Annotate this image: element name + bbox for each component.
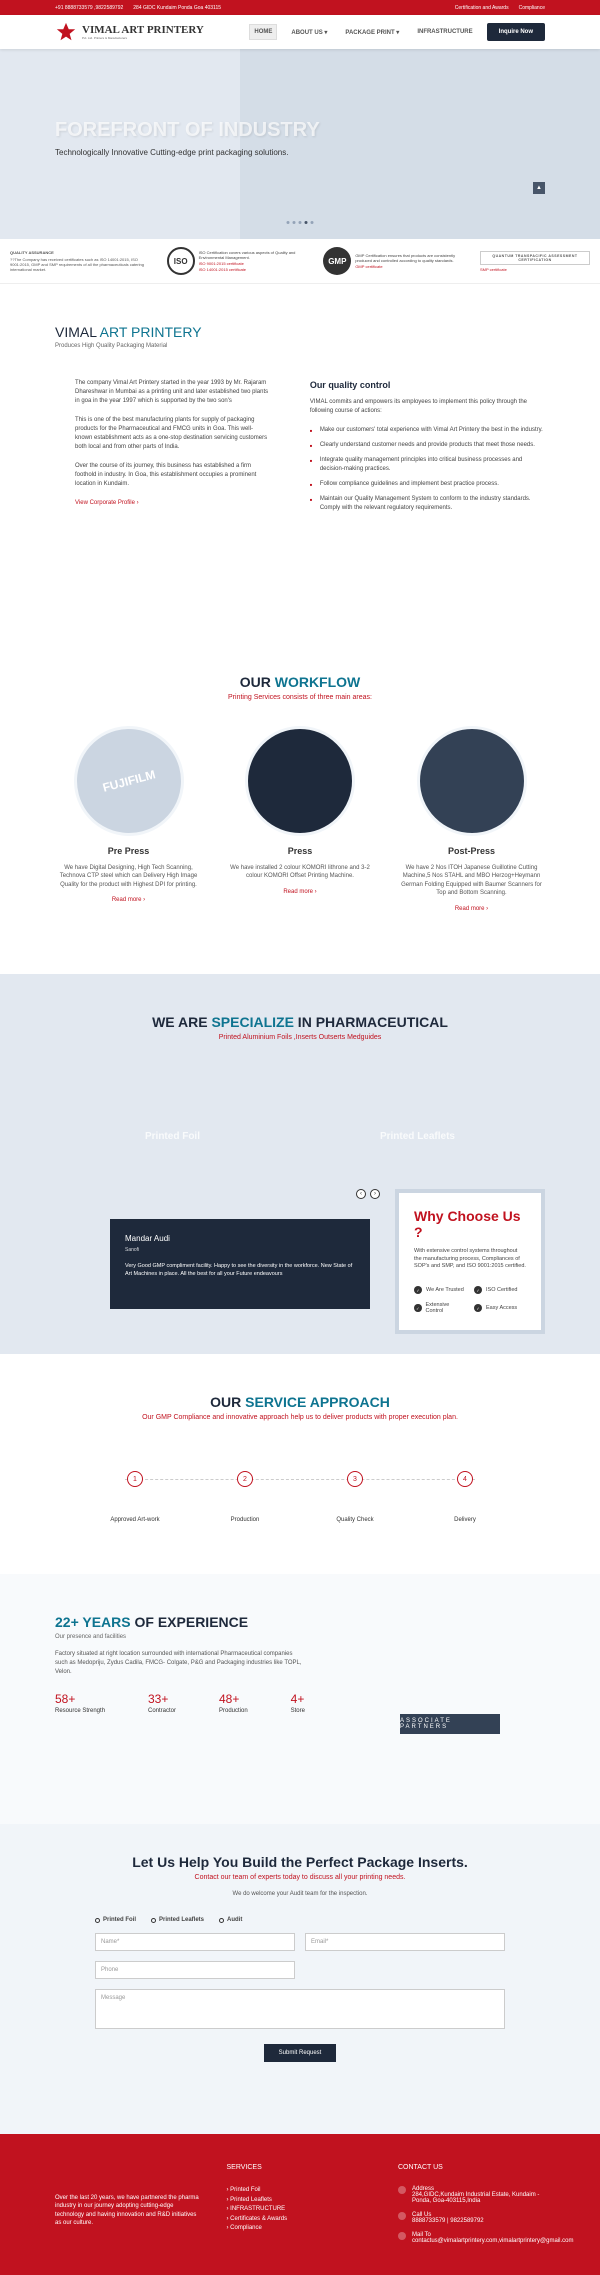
nav-about[interactable]: ABOUT US ▾ [287,25,331,40]
iso-icon: ISO [166,247,195,275]
gmp-icon: GMP [323,247,352,275]
nav-infrastructure[interactable]: INFRASTRUCTURE [413,25,476,39]
post-press-img [416,726,527,836]
workflow-section: OUR WORKFLOW Printing Services consists … [0,634,600,974]
location-icon [398,2186,406,2194]
hero-dot[interactable] [310,221,314,224]
control-icon: ✓ [414,1304,422,1313]
scroll-up-icon[interactable]: ▲ [533,182,545,194]
mail-icon [398,2232,406,2240]
nav-home[interactable]: HOME [249,24,278,40]
main-header: VIMAL ART PRINTERY Pvt. Ltd. Printers & … [0,15,600,49]
top-bar: +91 8888733579 ,9822589792 284 GIDC Kund… [0,0,600,15]
testimonial-why-section: ‹ › Mandar Audi Sanofi Very Good GMP com… [0,1174,600,1354]
prev-arrow-icon[interactable]: ‹ [356,1189,366,1199]
approach-step: 2 Production [215,1471,275,1523]
main-nav: HOME ABOUT US ▾ PACKAGE PRINT ▾ INFRASTR… [249,23,545,41]
hero-dot[interactable] [286,221,290,224]
hero-subtitle: Technologically Innovative Cutting-edge … [55,148,289,157]
approach-step: 4 Delivery [435,1471,495,1523]
associate-partners-banner: ASSOCIATE PARTNERS [400,1714,500,1734]
logo-icon [55,21,77,43]
inquire-button[interactable]: Inquire Now [486,23,545,41]
press-img [245,726,355,836]
phone-info: +91 8888733579 ,9822589792 [55,4,124,11]
phone-icon [398,2212,406,2220]
corporate-profile-link[interactable]: View Corporate Profile › [75,499,270,508]
name-input[interactable]: Name* [95,1933,295,1951]
footer-section: Over the last 20 years, we have partnere… [0,2134,600,2275]
testimonial-box: ‹ › Mandar Audi Sanofi Very Good GMP com… [110,1189,380,1309]
logo[interactable]: VIMAL ART PRINTERY Pvt. Ltd. Printers & … [55,21,204,43]
hero-dot[interactable] [298,221,302,224]
contact-section: Let Us Help You Build the Perfect Packag… [0,1824,600,2134]
qt-logo: QUANTUM TRANSPACIFIC ASSESSMENT CERTIFIC… [479,250,590,265]
phone-input[interactable]: Phone [95,1961,295,1979]
experience-section: 22+ YEARS OF EXPERIENCE Our presence and… [0,1574,600,1824]
approach-section: OUR SERVICE APPROACH Our GMP Compliance … [0,1354,600,1574]
hero-pagination [286,221,314,224]
email-input[interactable]: Email* [305,1933,505,1951]
pre-press-img: FUJIFILM [61,713,196,849]
certifications-section: QUALITY ASSURANCE ??The Company has rece… [0,239,600,284]
approach-step: 1 Approved Art-work [105,1471,165,1523]
hero-dot-active[interactable] [304,221,308,224]
workflow-item: Press We have installed 2 colour KOMORI … [227,726,374,912]
next-arrow-icon[interactable]: › [370,1189,380,1199]
quality-list: Make our customers' total experience wit… [310,426,545,513]
why-choose-box: Why Choose Us ? With extensive control s… [395,1189,545,1334]
nav-package[interactable]: PACKAGE PRINT ▾ [341,25,403,40]
iso-icon: ✓ [474,1286,482,1295]
compliance-link[interactable]: Compliance [519,5,545,11]
cert-link[interactable]: Certification and Awards [455,5,509,11]
workflow-item: FUJIFILM Pre Press We have Digital Desig… [55,713,202,912]
hero-title: FOREFRONT OF INDUSTRY [55,119,320,141]
submit-button[interactable]: Submit Request [263,2044,337,2062]
address-info: 284 GIDC Kundaim Ponda Goa 403115 [133,4,222,11]
hero-dot[interactable] [292,221,296,224]
about-section: VIMAL ART PRINTERY Produces High Quality… [0,284,600,634]
workflow-item: Post-Press We have 2 Nos ITOH Japanese G… [398,726,545,912]
approach-step: 3 Quality Check [325,1471,385,1523]
access-icon: ✓ [474,1304,482,1313]
specialize-section: WE ARE SPECIALIZE IN PHARMACEUTICAL Prin… [0,974,600,1174]
trust-icon: ✓ [414,1286,422,1295]
message-input[interactable]: Message [95,1989,505,2029]
hero-section: FOREFRONT OF INDUSTRY Technologically In… [0,49,600,239]
